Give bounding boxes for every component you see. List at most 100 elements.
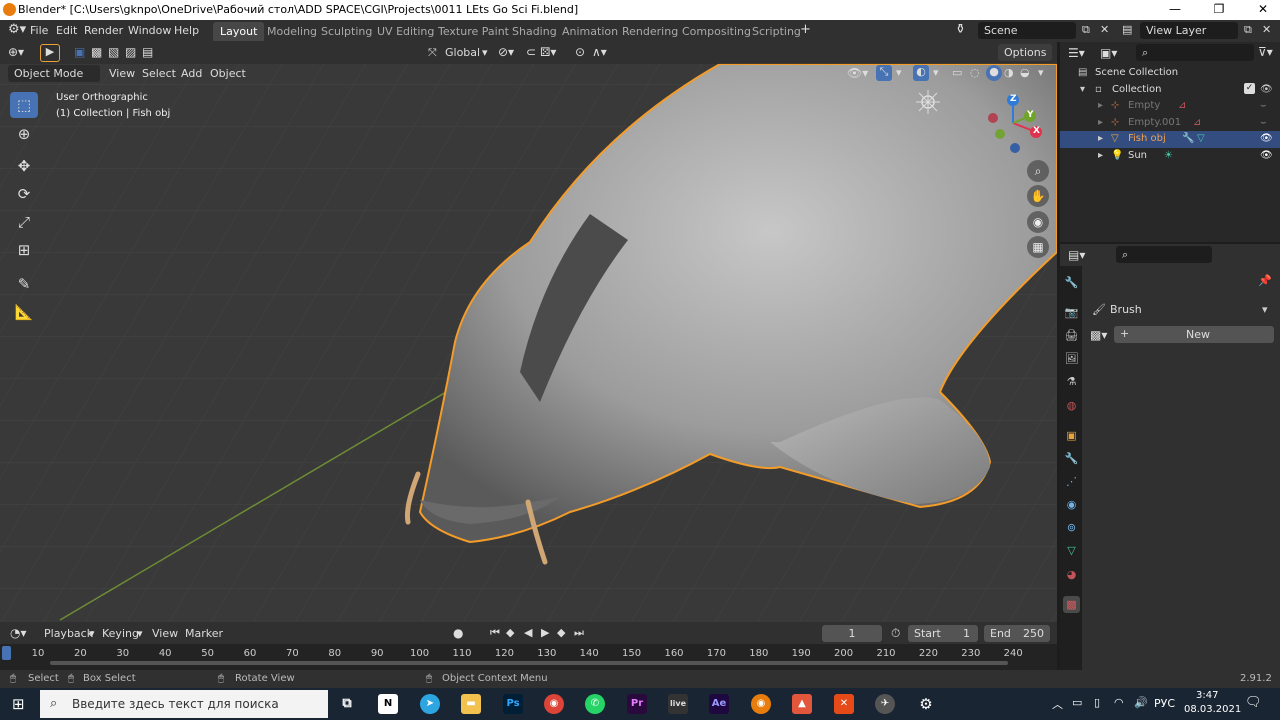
tray-chevron-icon[interactable]: ︿ [1052,696,1063,712]
menu-window[interactable]: Window [128,24,171,37]
output-tab-icon[interactable]: 🖨 [1063,327,1080,344]
tray-wifi-icon[interactable]: ◠ [1114,696,1124,709]
gizmo-dropdown-icon[interactable]: ▾ [896,66,902,79]
proportional-edit-icon[interactable]: ⊙ [575,45,585,59]
select-new-icon[interactable]: ▣ [74,45,85,59]
brush-panel-header[interactable]: 🖌 Brush ▾ [1088,301,1276,319]
next-keyframe-icon[interactable]: ◆ [557,626,565,639]
move-tool-icon[interactable]: ✥ [10,153,38,179]
new-texture-button[interactable]: + New [1114,326,1274,343]
tray-date[interactable]: 08.03.2021 [1184,704,1241,715]
transform-tool-icon[interactable]: ⊞ [10,237,38,263]
sun-visibility-icon[interactable]: 👁 [1260,150,1273,161]
visibility-icon[interactable]: 👁▾ [847,66,868,80]
tray-time[interactable]: 3:47 [1196,690,1218,701]
wireframe-shading-icon[interactable]: ◌ [970,66,980,79]
tab-texture-paint[interactable]: Texture Paint [431,22,516,41]
notion-icon[interactable]: N [378,694,398,714]
minimize-button[interactable]: — [1160,2,1190,16]
playback-menu[interactable]: Playback [44,627,93,640]
menu-object[interactable]: Object [210,67,246,80]
timeline-ruler[interactable]: 10 20 30 40 50 60 70 80 90 100 110 120 130 140 150 160 1… [0,644,1057,670]
texture-tab-icon[interactable]: ▩ [1063,596,1080,613]
world-tab-icon[interactable]: ◍ [1063,397,1080,414]
expand-arrow-icon[interactable]: ▸ [1098,117,1103,128]
scene-remove-icon[interactable]: ✕ [1100,23,1109,36]
play-icon[interactable]: ▶ [541,626,549,639]
rotate-tool-icon[interactable]: ⟳ [10,181,38,207]
scene-copy-icon[interactable]: ⧉ [1082,23,1090,37]
solid-shading-icon[interactable]: ● [986,65,1002,81]
properties-editor-type-icon[interactable]: ▤▾ [1068,248,1085,262]
tray-network-icon[interactable]: ▭ [1072,696,1082,709]
zoom-icon[interactable]: ⌕ [1027,160,1049,182]
shading-dropdown-icon[interactable]: ▾ [1038,66,1044,79]
app-red-icon[interactable]: ▲ [792,694,812,714]
menu-add[interactable]: Add [181,67,202,80]
scene-icon[interactable]: ⚱ [955,22,966,37]
physics-tab-icon[interactable]: ◉ [1063,496,1080,513]
pan-hand-icon[interactable]: ✋ [1027,185,1049,207]
snap-target-icon[interactable]: ⚄▾ [540,45,556,59]
pin-icon[interactable]: 📌 [1258,274,1272,287]
view-layer-copy-icon[interactable]: ⧉ [1244,23,1252,37]
scale-tool-icon[interactable]: ⤢ [10,209,38,235]
annotate-tool-icon[interactable]: ✎ [10,271,38,297]
close-window-button[interactable]: ✕ [1248,2,1278,16]
select-mode-icon[interactable]: ▶ [40,44,60,62]
render-tab-icon[interactable]: 📷 [1063,304,1080,321]
editor-type-icon[interactable]: ⚙▾ [8,22,26,37]
measure-tool-icon[interactable]: 📐 [10,299,38,325]
keying-menu[interactable]: Keying [102,627,139,640]
pivot-point-icon[interactable]: ⊘▾ [498,45,514,59]
menu-help[interactable]: Help [174,24,199,37]
timer-icon[interactable]: ⏱ [891,626,900,641]
cursor-tool-icon[interactable]: ⊕ [10,121,38,147]
telegram-icon[interactable]: ➤ [420,694,440,714]
settings-gear-icon[interactable]: ⚙ [916,694,936,714]
expand-arrow-icon[interactable]: ▸ [1098,133,1103,144]
select-subtract-icon[interactable]: ▧ [108,45,119,59]
chrome-icon[interactable]: ◉ [544,694,564,714]
overlays-dropdown-icon[interactable]: ▾ [933,66,939,79]
jump-start-icon[interactable]: ⏮ [490,626,500,640]
outliner-filter-icon[interactable]: ⊽▾ [1258,45,1273,59]
orientation-icon[interactable]: ⤧ [428,46,437,60]
material-shading-icon[interactable]: ◑ [1004,66,1014,79]
particles-tab-icon[interactable]: ⋰ [1063,473,1080,490]
outliner-row-fish-obj[interactable]: ▸ ▽ Fish obj 🔧 ▽ 👁 [1060,131,1280,148]
outliner-display-mode-icon[interactable]: ▣▾ [1100,46,1117,60]
taskbar-search-box[interactable]: ⌕ Введите здесь текст для поиска [40,690,328,718]
modifier-tab-icon[interactable]: 🔧 [1063,450,1080,467]
constraints-tab-icon[interactable]: ⊚ [1063,519,1080,536]
gizmo-toggle-icon[interactable]: ⤡ [876,65,892,81]
marker-menu[interactable]: Marker [185,627,223,640]
app-rocket-icon[interactable]: ✈ [875,694,895,714]
snap-icon[interactable]: ⊂ [526,45,536,59]
outliner-search-input[interactable]: ⌕ [1136,44,1254,61]
menu-edit[interactable]: Edit [56,24,77,37]
light-object-icon[interactable] [916,90,940,114]
outliner-row-collection[interactable]: ▾ ▫ Collection ✓ 👁 [1060,82,1280,99]
material-tab-icon[interactable]: ◕ [1063,566,1080,583]
select-invert-icon[interactable]: ▨ [125,45,136,59]
view-layer-field[interactable]: View Layer [1140,22,1238,39]
select-box-tool-icon[interactable]: ⬚ [10,92,38,118]
playhead[interactable] [2,646,11,660]
end-frame-field[interactable]: End 250 [984,625,1050,642]
orientation-dropdown[interactable]: Global [445,46,480,59]
expand-arrow-icon[interactable]: ▸ [1098,150,1103,161]
outliner-row-scene-collection[interactable]: ▤ Scene Collection [1060,65,1280,82]
file-explorer-icon[interactable]: ▬ [461,694,481,714]
scene-tab-icon[interactable]: ⚗ [1063,373,1080,390]
view-layer-remove-icon[interactable]: ✕ [1262,23,1271,36]
overlays-toggle-icon[interactable]: ◐ [913,65,929,81]
maximize-button[interactable]: ❐ [1204,2,1234,16]
blender-taskbar-icon[interactable]: ◉ [751,694,771,714]
windows-start-icon[interactable]: ⊞ [12,695,25,713]
current-frame-field[interactable]: 1 [822,625,882,642]
viewport-editor-type-icon[interactable]: ⊕▾ [8,45,24,59]
view-layer-tab-icon[interactable]: 🖼 [1063,350,1080,367]
add-workspace-icon[interactable]: + [800,22,811,37]
view-layer-icon[interactable]: ▤ [1122,23,1132,36]
